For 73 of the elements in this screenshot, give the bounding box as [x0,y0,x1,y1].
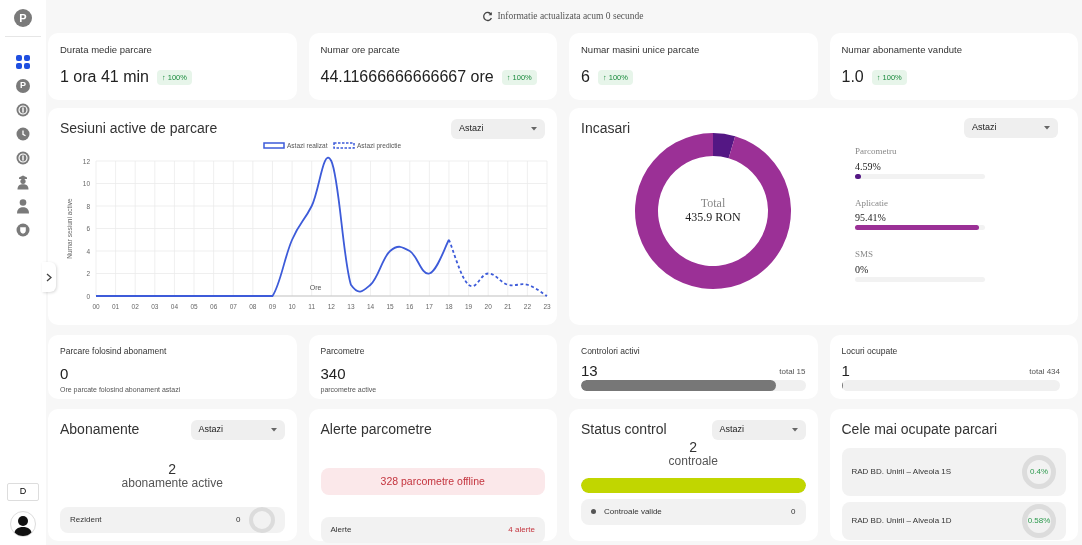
card-title: Alerte parcometre [320,420,433,439]
stat-title: Parcare folosind abonament [60,345,168,358]
period-dropdown[interactable]: Astazi [711,419,806,440]
app-logo: P [14,9,32,27]
card-title: Incasari [581,119,631,138]
coin-icon [16,103,30,117]
refresh-status-text: Informatie actualizata acum 0 secunde [497,10,644,24]
user-initial-button[interactable]: D [7,483,39,501]
offline-alert: 328 parcometre offline [320,468,545,495]
stat-title: Parcometre [320,345,366,358]
caret-icon [270,427,277,432]
period-dropdown[interactable]: Astazi [190,419,285,440]
parking-nav-button[interactable]: P [9,75,37,97]
control-count: 2 [689,440,698,456]
status-dot [591,509,596,515]
caret-icon [791,427,798,432]
card-title: Sesiuni active de parcare [60,119,218,138]
progress-ring [248,506,275,533]
row-value: 0 [791,505,796,518]
row-label: Alerte [330,524,352,536]
refresh-icon [482,11,494,22]
stat-title: Locuri ocupate [841,345,899,358]
avatar-button[interactable] [10,511,36,537]
kpi-title: Durata medie parcare [60,43,153,57]
control-caption: controale [668,455,718,469]
stat-value: 340 [320,363,347,384]
parking-name: RAD BD. Unirii – Alveola 1S [851,466,952,478]
total-label: Total [700,197,726,211]
stat-value: 0 [60,363,70,384]
stat-title: Controlori activi [581,345,641,358]
row-label: Rezident [70,513,102,526]
period-dropdown[interactable]: Astazi [451,118,545,139]
user-silhouette-icon [12,514,34,536]
legend-percent: 95.41% [855,211,887,225]
parking-name: RAD BD. Unirii – Alveola 1D [851,515,952,527]
kpi-value: 1.0 [841,67,864,88]
alert-count: 4 alerte [508,524,535,536]
legend-percent: 4.59% [855,159,882,174]
kpi-title: Numar masini unice parcate [581,43,701,57]
card-title: Status control [581,420,667,439]
kpi-value: 6 [581,67,590,88]
occupancy-percent: 0.4% [1029,466,1049,478]
occupancy-percent: 0.58% [1027,515,1051,527]
legend-label: SMS [855,248,874,261]
kpi-value: 1 ora 41 min [60,67,149,88]
period-dropdown[interactable]: Astazi [964,118,1058,138]
caret-icon [531,126,537,131]
total-value: 435.9 RON [685,211,741,225]
chevron-right-icon [46,272,52,282]
card-title: Cele mai ocupate parcari [841,420,999,439]
officer-icon [16,174,30,190]
legend-percent: 0% [855,262,870,277]
stat-value: 13 [581,362,598,378]
subscription-count: 2 [168,462,177,478]
caret-icon [1044,126,1050,130]
stat-total: total 434 [1029,365,1060,378]
subscription-caption: abonamente active [121,477,223,491]
kpi-title: Numar abonamente vandute [841,43,963,57]
card-title: Abonamente [60,420,140,439]
stat-value: 1 [841,362,850,378]
shield-icon [16,223,30,237]
legend-label: Parcometru [855,145,898,158]
expand-sidebar-button[interactable] [42,262,56,292]
row-value: 0 [236,513,241,526]
dashboard-grid-icon [15,54,31,70]
clock-icon [16,127,30,141]
stat-total: total 15 [779,365,806,378]
legend-label: Aplicatie [855,196,889,210]
kpi-title: Numar ore parcate [320,43,401,57]
row-label: Controale valide [604,505,662,518]
person-icon [16,198,30,214]
kpi-value: 44.11666666666667 ore [320,67,494,88]
coin-icon [16,151,30,165]
